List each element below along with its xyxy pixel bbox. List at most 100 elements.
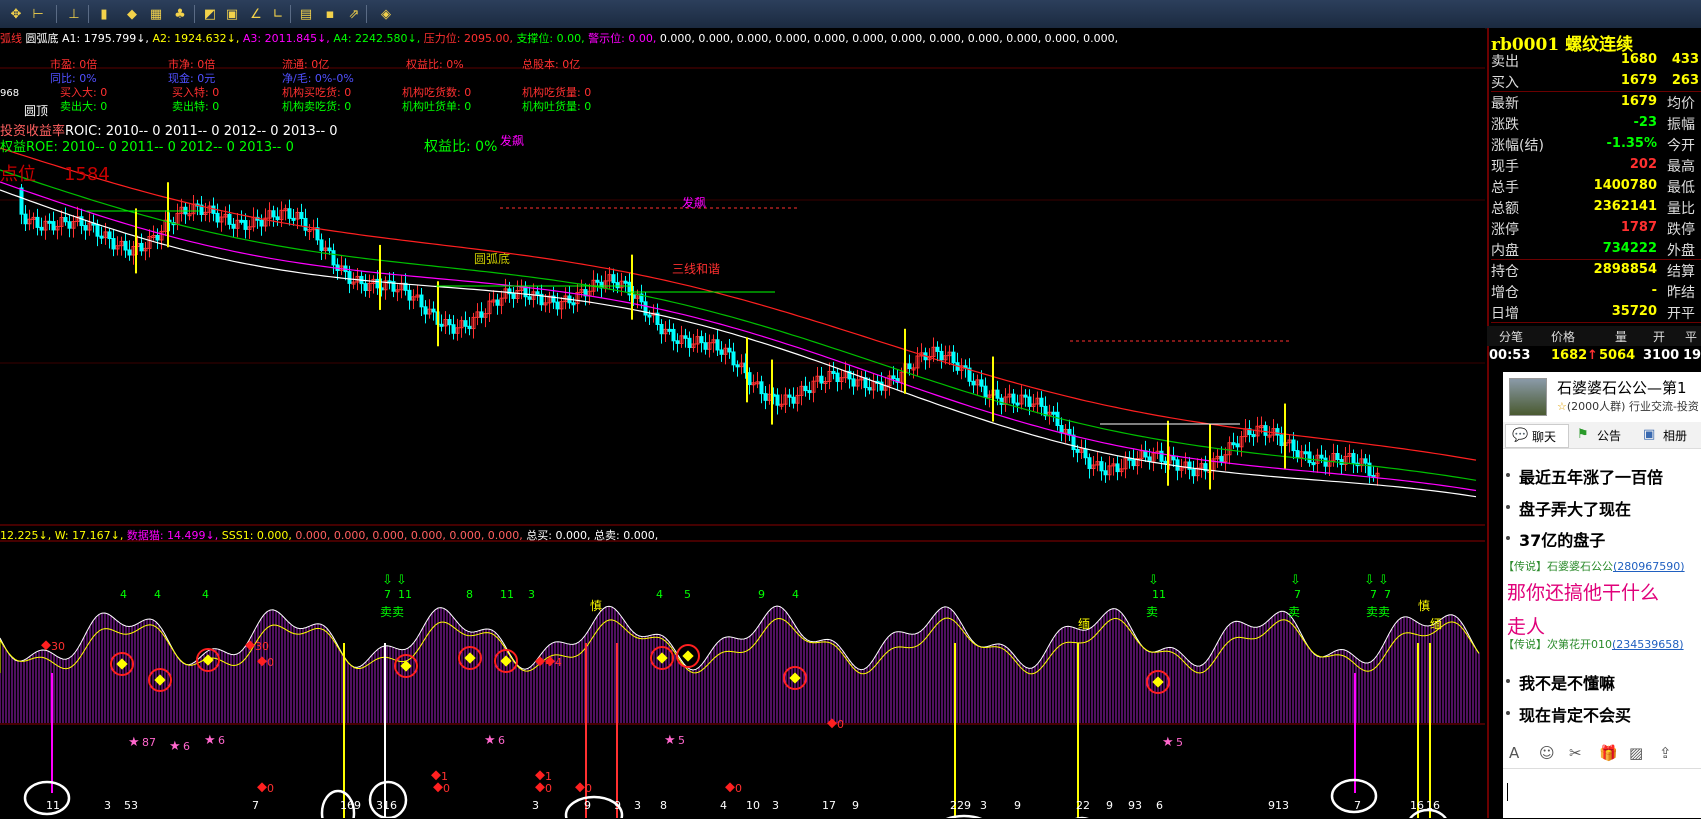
candle-body [1175,459,1180,471]
scissors-icon[interactable]: ✂ [1569,744,1582,762]
signal-count-label: 7 [1370,588,1377,601]
candle-body [951,351,956,364]
yuanhudi-label: 圆弧底 [474,252,511,266]
price-tag-prefix: 点位 [0,164,36,185]
chart-area[interactable]: 4 4 4 7 11 8 11 3 4 5 9 4 11 7 7 7 卖卖卖卖卖卖慎慎缅缅 11 3 53 7 16 9 31… [0,28,1485,818]
image-icon[interactable]: ▨ [1629,744,1643,762]
chat-tab-album[interactable]: ▣ 相册 [1637,424,1699,446]
bottom-count-label: 3 [772,799,779,812]
quote-row: 增仓 - 昨结 [1491,281,1701,301]
volume-icon[interactable]: ▮ [94,4,114,24]
chart-switch-icon[interactable]: ◩ [200,4,220,24]
candle-body [1147,456,1152,462]
bars-icon[interactable]: ▦ [146,4,166,24]
group-avatar[interactable] [1509,378,1547,416]
quote-label2: 昨结 [1667,285,1695,301]
candle-body [571,302,576,306]
chat-tab-flag[interactable]: ⚑ 公告 [1571,424,1633,446]
candle-body [243,220,248,230]
chart-icon[interactable]: ▣ [222,4,242,24]
nav-icon[interactable]: ◈ [376,4,396,24]
diamond-label: 0 [735,782,742,795]
candle-body [419,294,424,308]
quote-label: 总额 [1491,201,1519,217]
signal-count-label: 8 [466,588,473,601]
warn-signal-label: 缅 [1430,617,1442,631]
red-diamond [41,640,51,651]
group-name[interactable]: 石婆婆石公公—第1 [1557,377,1687,398]
chat-sender-line: 【传说】次第花开010(234539658) [1503,636,1684,652]
chat-bubble-icon: 💬 [1512,428,1529,443]
candle-body [1295,450,1300,459]
chat-message: 盘子弄大了现在 [1519,500,1632,519]
quote-value: 1679 [1620,94,1657,109]
quote-value: 1787 [1620,220,1657,235]
doc-icon[interactable]: ▤ [296,4,316,24]
image-icon[interactable]: ▪ [320,4,340,24]
chat-message: 现在肯定不会买 [1519,706,1632,725]
bottom-count-label: 3 [532,799,539,812]
sender-name[interactable]: 次第花开010 [1547,638,1612,651]
signal-count-label: 9 [758,588,765,601]
bottom-count-label: 8 [660,799,667,812]
quote-right-value: 263 [1671,73,1699,88]
candle-body [791,396,796,404]
indicator-item: A2: 1924.632↓, [152,32,243,45]
quote-row: 最新 1679 均价 [1491,92,1701,112]
cross-icon[interactable]: ✥ [6,4,26,24]
bottom-count-label: 316 [376,799,397,812]
bottom-count-label: 16 [1410,799,1424,812]
candle-body [851,378,856,387]
candle-body [731,351,736,366]
candle-body [667,328,672,332]
bell-icon[interactable]: ♣ [170,4,190,24]
fundamental-row4-item: 卖出特: 0 [172,100,220,113]
gift-icon[interactable]: 🎁 [1599,744,1618,762]
candle-body [23,213,28,225]
indicator-item: 支撑位: 0.00, [516,32,589,45]
quote-label: 内盘 [1491,243,1519,259]
down-arrow-icon: ⇩ [382,573,393,588]
candle-body [891,375,896,380]
candle-body [227,213,232,225]
down-arrow-icon: ⇩ [1148,573,1159,588]
sender-id[interactable]: (280967590) [1613,560,1685,573]
sender-id[interactable]: (234539658) [1612,638,1684,651]
sub-prefix: 12.225↓, W: 17.167↓, [0,529,124,542]
font-icon[interactable]: A [1509,744,1519,762]
chat-tab-label: 公告 [1597,429,1622,443]
star-label: 6 [498,734,505,747]
warning-icon[interactable]: ◆ [122,4,142,24]
share-icon[interactable]: ⇪ [1659,744,1672,762]
candle-body [759,381,764,395]
chat-input[interactable] [1503,768,1701,819]
line-icon[interactable]: ⊥ [64,4,84,24]
emoji-icon[interactable]: ☺ [1539,744,1555,762]
chat-tab-chat-bubble[interactable]: 💬 聊天 [1505,424,1569,448]
tool-icon[interactable]: ⊢ [28,4,48,24]
star-label: 6 [183,740,190,753]
tick-row[interactable]: 00:53 1682 ↑ 5064 3100 19 [1487,346,1701,366]
fundamental-row4-item: 卖出大: 0 [60,100,108,113]
chat-message: 那你还搞他干什么 [1507,582,1660,604]
sender-name[interactable]: 石婆婆石公公 [1547,560,1613,573]
star-icon: ★ [484,733,496,748]
bottom-count-label: 6 [1156,799,1163,812]
draw2-icon[interactable]: ∟ [268,4,288,24]
candle-body [1191,468,1196,477]
candle-body [467,325,472,330]
candle-body [831,370,836,374]
indicator-name: 圆弧底 [25,32,62,45]
tick-header-cell: 量 [1615,330,1628,344]
quote-label2: 振幅 [1667,117,1695,133]
bullet-icon [1506,536,1510,540]
candle-body [495,299,500,306]
bottom-count-label: 3 [104,799,111,812]
quote-label: 涨幅(结) [1491,138,1544,154]
bullet-icon [1506,711,1510,715]
export-icon[interactable]: ⇗ [344,4,364,24]
bullet-icon [1506,505,1510,509]
draw-icon[interactable]: ∠ [246,4,266,24]
text-cursor [1507,783,1508,801]
sub-rest: SSS1: 0.000, [221,529,292,542]
